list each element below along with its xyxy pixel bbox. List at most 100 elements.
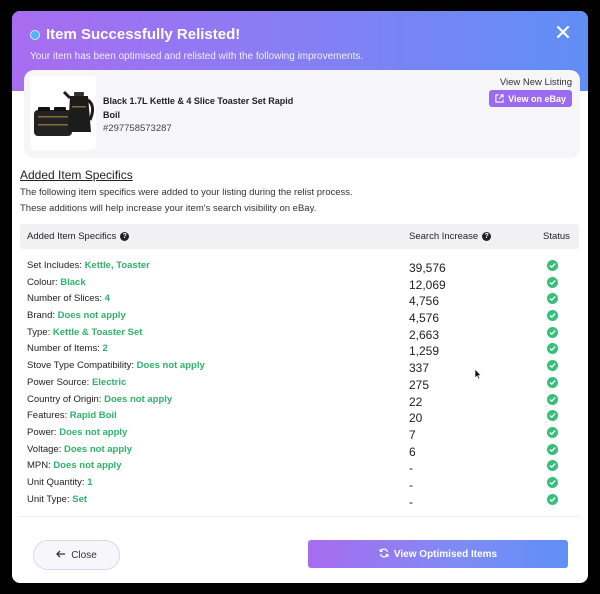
search-increase: 6 [409, 444, 416, 459]
spec-label: Power: [27, 426, 57, 438]
spec-label: Stove Type Compatibility: [27, 360, 135, 372]
spec-value: Does not apply [63, 443, 133, 455]
section-desc-line-2: These additions will help increase your … [20, 203, 317, 214]
col-search-label: Search Increase [409, 231, 479, 242]
check-icon [547, 443, 558, 455]
modal-subtitle: Your item has been optimised and reliste… [30, 51, 364, 62]
check-icon [547, 393, 558, 405]
specifics-table-body: Set Includes: Kettle, Toaster 39,576 Colo… [20, 258, 579, 509]
table-row: MPN: Does not apply - [20, 458, 579, 475]
check-icon [547, 326, 558, 338]
col-status-label: Status [543, 231, 570, 242]
table-row: Features: Rapid Boil 20 [20, 408, 579, 425]
check-icon [547, 276, 558, 288]
product-id: #297758573287 [103, 123, 172, 134]
table-row: Stove Type Compatibility: Does not apply… [20, 358, 579, 375]
check-icon [547, 343, 558, 355]
table-row: Unit Quantity: 1 - [20, 475, 579, 492]
check-icon [547, 410, 558, 422]
spec-label: Unit Type: [27, 493, 70, 505]
product-card: Black 1.7L Kettle & 4 Slice Toaster Set … [24, 70, 580, 158]
spec-value: 1 [87, 476, 93, 488]
spec-value: Rapid Boil [69, 410, 117, 422]
spec-label: Number of Items: [27, 343, 100, 355]
search-increase: - [409, 494, 413, 509]
search-increase: - [409, 477, 413, 492]
search-increase: - [409, 461, 413, 476]
view-optimised-items-button[interactable]: View Optimised Items [308, 540, 568, 568]
relist-success-modal: Item Successfully Relisted! Your item ha… [12, 11, 588, 583]
product-image [30, 76, 96, 150]
search-increase: 2,663 [409, 327, 440, 342]
section-desc-line-1: The following item specifics were added … [20, 187, 353, 198]
close-icon[interactable] [556, 21, 570, 43]
search-increase: 1,259 [409, 344, 440, 359]
col-specifics-label: Added Item Specifics [27, 231, 117, 242]
table-row: Unit Type: Set - [20, 492, 579, 509]
check-icon [547, 493, 558, 505]
table-row: Voltage: Does not apply 6 [20, 442, 579, 459]
spec-label: Brand: [27, 310, 55, 322]
spec-value: Does not apply [57, 310, 126, 322]
spec-label: Unit Quantity: [27, 476, 85, 488]
spec-value: 4 [104, 293, 110, 305]
spec-label: Power Source: [27, 376, 90, 388]
spec-label: Set Includes: [27, 260, 82, 271]
check-icon [547, 293, 558, 305]
spec-value: 2 [102, 343, 108, 355]
external-link-icon [495, 94, 504, 103]
col-search-header: Search Increase ? [409, 231, 492, 242]
view-on-ebay-button[interactable]: View on eBay [489, 90, 572, 107]
spec-value: Does not apply [104, 393, 173, 405]
view-new-listing-label: View New Listing [499, 77, 572, 88]
search-increase: 275 [409, 377, 430, 392]
refresh-icon [379, 548, 389, 561]
table-row: Country of Origin: Does not apply 22 [20, 392, 579, 409]
spec-label: Features: [27, 410, 68, 422]
table-row: Power Source: Electric 275 [20, 375, 579, 392]
success-dot-icon [30, 29, 40, 40]
search-increase: 4,756 [409, 294, 440, 309]
mouse-cursor-icon [474, 367, 482, 385]
help-icon[interactable]: ? [482, 232, 492, 241]
modal-title-text: Item Successfully Relisted! [46, 26, 241, 43]
col-specifics-header: Added Item Specifics ? [27, 231, 130, 242]
help-icon[interactable]: ? [120, 232, 130, 241]
arrow-left-icon [56, 550, 66, 561]
check-icon [547, 360, 558, 372]
table-row: Power: Does not apply 7 [20, 425, 579, 442]
spec-value: Black [60, 276, 86, 288]
table-header: Added Item Specifics ? Search Increase ?… [20, 224, 579, 249]
spec-label: Number of Slices: [27, 293, 102, 305]
spec-value: Electric [91, 376, 127, 388]
spec-label: Type: [27, 326, 51, 338]
search-increase: 22 [409, 394, 423, 409]
view-on-ebay-label: View on eBay [508, 93, 566, 104]
table-row: Colour: Black 12,069 [20, 275, 579, 292]
modal-title: Item Successfully Relisted! [30, 26, 240, 43]
section-title: Added Item Specifics [20, 168, 133, 182]
spec-value: Set [72, 493, 88, 505]
check-icon [547, 476, 558, 488]
product-name: Black 1.7L Kettle & 4 Slice Toaster Set … [103, 96, 294, 120]
search-increase: 337 [409, 361, 430, 376]
table-row: Number of Slices: 4 4,756 [20, 291, 579, 308]
close-button[interactable]: Close [33, 540, 120, 570]
check-icon [547, 376, 558, 388]
check-icon [547, 460, 558, 472]
footer-divider [20, 516, 579, 517]
spec-label: MPN: [27, 460, 51, 472]
view-optimised-items-label: View Optimised Items [393, 548, 498, 560]
spec-value: Does not apply [136, 360, 205, 372]
search-increase: 20 [409, 411, 423, 426]
check-icon [547, 310, 558, 322]
spec-value: Kettle & Toaster Set [52, 326, 143, 338]
search-increase: 39,576 [409, 261, 446, 275]
spec-value: Does not apply [53, 460, 122, 472]
spec-label: Country of Origin: [27, 393, 102, 405]
check-icon [547, 260, 558, 271]
search-increase: 4,576 [409, 311, 440, 326]
table-row: Type: Kettle & Toaster Set 2,663 [20, 325, 579, 342]
table-row: Set Includes: Kettle, Toaster 39,576 [20, 258, 579, 275]
table-row: Brand: Does not apply 4,576 [20, 308, 579, 325]
